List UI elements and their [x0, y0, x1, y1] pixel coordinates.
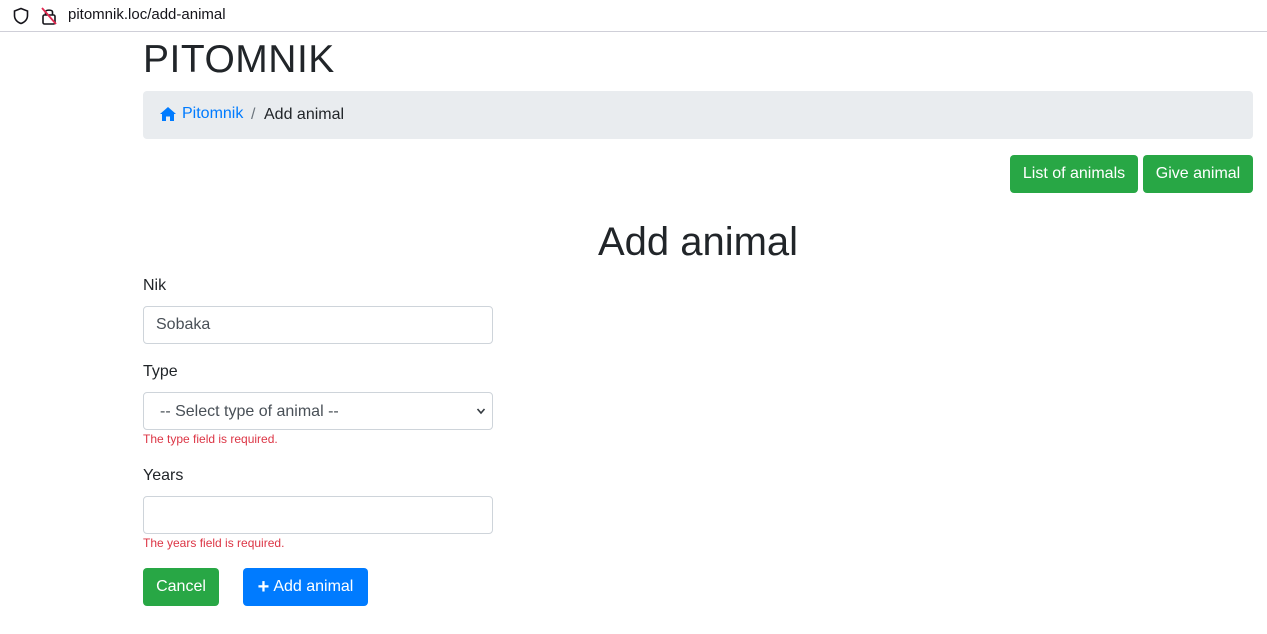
years-error: The years field is required.: [143, 536, 285, 550]
type-select[interactable]: -- Select type of animal --: [143, 392, 493, 430]
add-animal-button[interactable]: + Add animal: [243, 568, 368, 606]
breadcrumb: Pitomnik / Add animal: [143, 91, 1253, 139]
chevron-down-icon[interactable]: [476, 406, 486, 416]
page-title: Add animal: [597, 220, 799, 264]
give-animal-button[interactable]: Give animal: [1143, 155, 1253, 193]
browser-url-bar[interactable]: pitomnik.loc/add-animal: [0, 0, 1267, 32]
years-label: Years: [143, 467, 184, 484]
nik-label: Nik: [143, 277, 167, 294]
add-animal-button-label: Add animal: [273, 578, 354, 595]
type-label: Type: [143, 363, 178, 380]
home-icon: [160, 107, 176, 121]
breadcrumb-current: Add animal: [264, 106, 345, 123]
breadcrumb-home-link[interactable]: Pitomnik: [159, 105, 243, 123]
type-error: The type field is required.: [143, 432, 278, 446]
url-text[interactable]: pitomnik.loc/add-animal: [68, 6, 226, 24]
shield-icon[interactable]: [12, 7, 30, 25]
cancel-button[interactable]: Cancel: [143, 568, 219, 606]
breadcrumb-home-label[interactable]: Pitomnik: [182, 105, 243, 123]
nik-input[interactable]: Sobaka: [143, 306, 493, 344]
list-of-animals-button[interactable]: List of animals: [1010, 155, 1138, 193]
insecure-lock-icon[interactable]: [40, 6, 58, 26]
plus-icon: +: [257, 576, 270, 598]
brand-title: PITOMNIK: [143, 38, 335, 81]
breadcrumb-separator: /: [251, 106, 256, 123]
type-select-value[interactable]: -- Select type of animal --: [160, 402, 339, 422]
years-input[interactable]: [143, 496, 493, 534]
